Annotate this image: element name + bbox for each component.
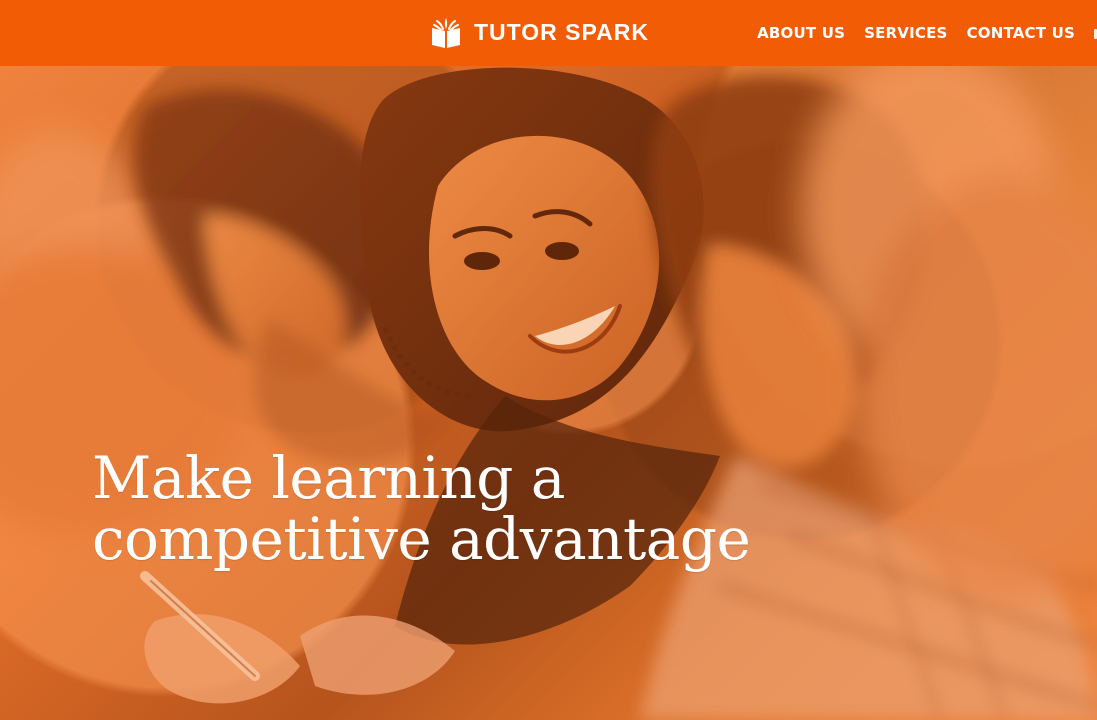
main-navigation: ABOUT US SERVICES CONTACT US [757,0,1075,66]
nav-services-link[interactable]: SERVICES [864,24,947,42]
hero-headline-line-1: Make learning a [92,444,565,512]
nav-contact-us-link[interactable]: CONTACT US [967,24,1075,42]
brand-link[interactable]: TUTOR SPARK [428,12,649,52]
book-spark-icon [432,18,460,48]
students-photo-background [0,66,1097,720]
hero-section: Make learning a competitive advantage [0,66,1097,720]
site-header: TUTOR SPARK ABOUT US SERVICES CONTACT US [0,0,1097,66]
hero-headline: Make learning a competitive advantage [92,444,751,574]
brand-name: TUTOR SPARK [474,18,649,45]
landing-page: TUTOR SPARK ABOUT US SERVICES CONTACT US [0,0,1097,720]
nav-about-us-link[interactable]: ABOUT US [757,24,845,42]
hero-headline-line-2: competitive advantage [92,505,751,574]
